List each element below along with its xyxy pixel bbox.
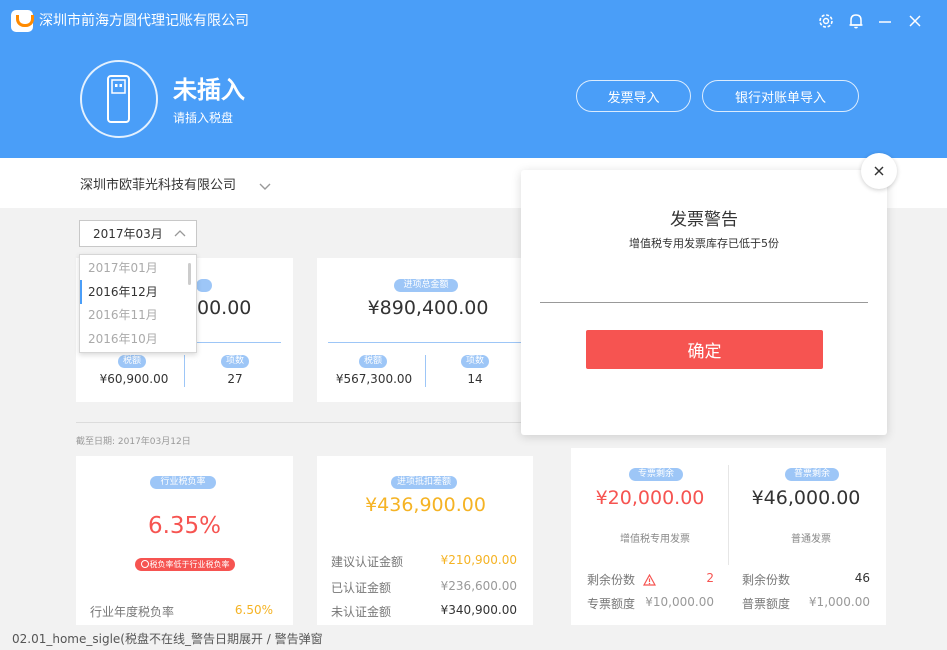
output-tax-tag: 税额 (118, 355, 146, 368)
gear-icon[interactable] (816, 11, 836, 31)
special-quota-label: 专票额度 (587, 597, 636, 611)
input-tax-tag: 税额 (359, 355, 387, 368)
chevron-up-icon (174, 228, 186, 242)
special-quota-value: ¥10,000.00 (645, 595, 714, 609)
input-total-amount: ¥890,400.00 (367, 297, 489, 319)
output-count-value: 27 (227, 372, 243, 386)
date-option[interactable]: 2016年10月 (80, 327, 196, 351)
divider (728, 465, 729, 565)
modal-close-button[interactable] (861, 153, 897, 189)
as-of-date: 截至日期: 2017年03月12日 (76, 437, 191, 447)
confirm-button[interactable]: 确定 (586, 330, 823, 369)
output-count-tag: 项数 (221, 355, 249, 368)
suggest-cert-value: ¥210,900.00 (440, 553, 517, 567)
annual-burden-label: 行业年度税负率 (90, 605, 175, 619)
input-tax-value: ¥567,300.00 (335, 372, 413, 386)
normal-quota-value: ¥1,000.00 (808, 595, 870, 609)
certified-value: ¥236,600.00 (440, 579, 517, 593)
dropdown-scrollbar[interactable] (188, 263, 191, 285)
chevron-down-icon[interactable] (258, 178, 272, 197)
special-caption: 增值税专用发票 (620, 534, 690, 545)
minimize-icon[interactable] (875, 11, 895, 31)
annual-burden-value: 6.50% (234, 603, 273, 617)
bell-icon[interactable] (846, 11, 866, 31)
special-remain-amount: ¥20,000.00 (595, 487, 705, 509)
deduction-tag: 进项抵扣差额 (391, 476, 457, 489)
date-select[interactable]: 2017年03月 (79, 220, 197, 247)
date-option[interactable]: 2017年01月 (80, 256, 196, 280)
modal-divider (540, 302, 868, 303)
burden-tag: 行业税负率 (150, 476, 216, 489)
app-title: 深圳市前海方圆代理记账有限公司 (39, 13, 249, 29)
usb-drive-icon (80, 60, 158, 138)
company-selector[interactable]: 深圳市欧菲光科技有限公司 (80, 177, 236, 195)
date-dropdown: 2017年01月 2016年12月 2016年11月 2016年10月 (79, 254, 197, 353)
bank-import-button[interactable]: 银行对账单导入 (702, 80, 859, 112)
modal-title: 发票警告 (670, 210, 738, 230)
disk-hint: 请插入税盘 (173, 111, 234, 125)
modal-message: 增值税专用发票库存已低于5份 (629, 237, 779, 250)
output-tag (196, 279, 212, 292)
output-tax-value: ¥60,900.00 (99, 372, 169, 386)
disk-status: 未插入 (173, 76, 245, 104)
uncertified-value: ¥340,900.00 (440, 603, 517, 617)
warning-circle-icon (140, 560, 149, 568)
normal-remain-tag: 普票剩余 (785, 468, 839, 481)
burden-warning-badge: 税负率低于行业税负率 (135, 558, 235, 571)
certified-label: 已认证金额 (331, 581, 392, 595)
burden-value: 6.35% (147, 513, 222, 539)
normal-count-label: 剩余份数 (742, 573, 791, 587)
input-count-tag: 项数 (461, 355, 489, 368)
input-count-value: 14 (467, 372, 483, 386)
date-option[interactable]: 2016年11月 (80, 303, 196, 327)
special-remain-tag: 专票剩余 (629, 468, 683, 481)
uncertified-label: 未认证金额 (331, 605, 392, 619)
special-count-label: 剩余份数 (587, 573, 636, 587)
window-close-icon[interactable] (905, 11, 925, 31)
normal-caption: 普通发票 (791, 534, 831, 545)
close-icon (874, 166, 884, 176)
divider (425, 355, 426, 387)
suggest-cert-label: 建议认证金额 (331, 555, 404, 569)
burden-warning-text: 税负率低于行业税负率 (149, 560, 230, 569)
input-total-tag: 进项总金额 (394, 279, 458, 292)
divider (184, 355, 185, 387)
date-select-value: 2017年03月 (93, 227, 163, 241)
normal-count-value: 46 (854, 571, 870, 585)
warning-triangle-icon (642, 571, 657, 590)
output-amount: 00.00 (197, 297, 252, 319)
footer-caption: 02.01_home_sigle(税盘不在线_警告日期展开 / 警告弹窗 (12, 632, 323, 646)
normal-remain-amount: ¥46,000.00 (751, 487, 861, 509)
normal-quota-label: 普票额度 (742, 597, 791, 611)
divider (328, 342, 522, 343)
app-logo-icon (11, 10, 34, 32)
special-count-value: 2 (706, 571, 714, 585)
deduction-amount: ¥436,900.00 (365, 494, 486, 516)
invoice-import-button[interactable]: 发票导入 (576, 80, 691, 112)
date-option-highlighted[interactable]: 2016年12月 (80, 280, 196, 304)
